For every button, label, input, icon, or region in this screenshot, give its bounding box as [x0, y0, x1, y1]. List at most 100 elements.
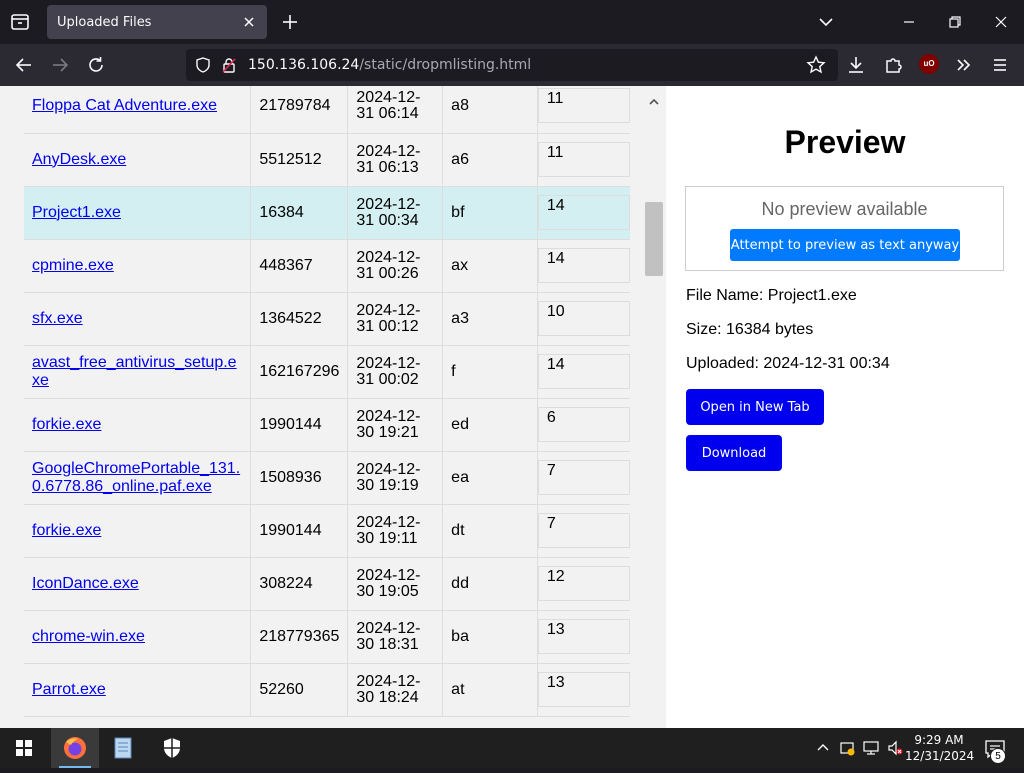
file-code-cell: ed — [442, 398, 538, 452]
restore-icon[interactable] — [943, 10, 967, 34]
file-row[interactable]: forkie.exe 1990144 2024-12-30 19:21 ed 6 — [24, 398, 630, 452]
minimize-icon[interactable] — [897, 10, 921, 34]
file-row[interactable]: forkie.exe 1990144 2024-12-30 19:11 dt 7 — [24, 504, 630, 558]
firefox-icon — [64, 737, 86, 759]
file-size-cell: 1364522 — [250, 292, 349, 346]
file-count-box: 14 — [537, 194, 630, 230]
page-content: Floppa Cat Adventure.exe 21789784 2024-12-… — [0, 86, 1024, 728]
file-date-cell: 2024-12-30 19:21 — [347, 398, 444, 452]
file-link[interactable]: avast_free_antivirus_setup.exe — [32, 354, 237, 389]
file-count-cell: 11 — [537, 133, 630, 187]
taskbar-windows-security[interactable] — [148, 728, 196, 768]
scroll-thumb[interactable] — [645, 202, 663, 276]
show-hidden-icons-chevron-icon[interactable] — [814, 739, 832, 757]
shield-icon — [164, 738, 180, 758]
tracking-protection-shield-icon[interactable] — [194, 56, 212, 79]
file-row[interactable]: chrome-win.exe 218779365 2024-12-30 18:31 b… — [24, 610, 630, 664]
file-link[interactable]: cpmine.exe — [32, 257, 114, 274]
file-size-cell: 448367 — [250, 239, 349, 293]
file-link[interactable]: Floppa Cat Adventure.exe — [32, 97, 217, 114]
file-size-cell: 1990144 — [250, 398, 349, 452]
file-link[interactable]: IconDance.exe — [32, 575, 139, 592]
download-button[interactable]: Download — [686, 435, 782, 471]
taskbar-clock[interactable]: 9:29 AM 12/31/2024 — [905, 732, 974, 764]
list-all-tabs-icon[interactable] — [814, 10, 838, 34]
clock-time: 9:29 AM — [914, 733, 964, 747]
file-date-cell: 2024-12-31 00:02 — [347, 345, 444, 399]
file-row[interactable]: GoogleChromePortable_131.0.6778.86_onlin… — [24, 451, 630, 505]
file-code-cell: at — [442, 663, 538, 717]
back-icon[interactable] — [12, 53, 36, 77]
file-list-scrollbar[interactable] — [642, 86, 666, 728]
insecure-lock-icon[interactable] — [220, 56, 238, 79]
file-date-cell: 2024-12-30 19:19 — [347, 451, 444, 505]
volume-muted-icon[interactable] — [886, 739, 904, 757]
scroll-up-arrow-icon[interactable] — [648, 94, 660, 105]
downloads-icon[interactable] — [844, 53, 868, 77]
file-row[interactable]: IconDance.exe 308224 2024-12-30 19:05 dd 12 — [24, 557, 630, 611]
notepad-icon — [114, 737, 132, 759]
hamburger-menu-icon[interactable] — [988, 53, 1012, 77]
url-text[interactable]: 150.136.106.24/static/dropmlisting.html — [248, 57, 531, 73]
file-size-cell: 52260 — [250, 663, 349, 717]
file-code-cell: ax — [442, 239, 538, 293]
file-name-cell: AnyDesk.exe — [24, 133, 252, 187]
new-tab-icon[interactable] — [279, 11, 301, 33]
file-link[interactable]: Parrot.exe — [32, 681, 106, 698]
file-link[interactable]: forkie.exe — [32, 416, 101, 433]
file-count-box: 11 — [537, 88, 630, 123]
file-link[interactable]: GoogleChromePortable_131.0.6778.86_onlin… — [32, 460, 240, 495]
file-code-cell: a6 — [442, 133, 538, 187]
bookmark-star-icon[interactable] — [806, 55, 826, 80]
file-count-cell: 6 — [537, 398, 630, 452]
file-size-cell: 5512512 — [250, 133, 349, 187]
tab-list-icon[interactable] — [8, 10, 32, 34]
uploaded-date-line: Uploaded: 2024-12-31 00:34 — [686, 355, 890, 372]
file-row[interactable]: Parrot.exe 52260 2024-12-30 18:24 at 13 — [24, 663, 630, 717]
file-row[interactable]: AnyDesk.exe 5512512 2024-12-31 06:13 a6 11 — [24, 133, 630, 187]
start-button[interactable] — [0, 728, 48, 768]
file-size-cell: 308224 — [250, 557, 349, 611]
file-count-cell: 7 — [537, 504, 630, 558]
preview-pane: Preview No preview available Attempt to … — [666, 86, 1024, 728]
file-size-cell: 1508936 — [250, 451, 349, 505]
ublock-origin-icon[interactable]: uO — [919, 54, 939, 74]
file-link[interactable]: sfx.exe — [32, 310, 83, 327]
taskbar-notepad[interactable] — [99, 728, 147, 768]
close-window-icon[interactable] — [989, 10, 1013, 34]
file-row[interactable]: sfx.exe 1364522 2024-12-31 00:12 a3 10 — [24, 292, 630, 346]
file-link[interactable]: Project1.exe — [32, 204, 121, 221]
files-table: Floppa Cat Adventure.exe 21789784 2024-12-… — [24, 86, 630, 717]
network-icon[interactable] — [862, 739, 880, 757]
file-name-cell: cpmine.exe — [24, 239, 252, 293]
taskbar-firefox[interactable] — [51, 728, 99, 768]
file-row[interactable]: Floppa Cat Adventure.exe 21789784 2024-12-… — [24, 86, 630, 134]
windows-update-icon[interactable] — [838, 739, 856, 757]
file-link[interactable]: AnyDesk.exe — [32, 151, 126, 168]
file-row[interactable]: cpmine.exe 448367 2024-12-31 00:26 ax 14 — [24, 239, 630, 293]
file-name-cell: forkie.exe — [24, 398, 252, 452]
file-size-cell: 16384 — [250, 186, 349, 240]
file-count-box: 10 — [537, 300, 630, 336]
extensions-puzzle-icon[interactable] — [881, 53, 905, 77]
open-in-new-tab-button[interactable]: Open in New Tab — [686, 389, 824, 425]
file-date-cell: 2024-12-31 00:26 — [347, 239, 444, 293]
file-name-line: File Name: Project1.exe — [686, 287, 857, 304]
file-name-cell: forkie.exe — [24, 504, 252, 558]
file-size-cell: 1990144 — [250, 504, 349, 558]
file-row[interactable]: Project1.exe 16384 2024-12-31 00:34 bf 14 — [24, 186, 630, 240]
file-row[interactable]: avast_free_antivirus_setup.exe 162167296 2… — [24, 345, 630, 399]
file-date-cell: 2024-12-30 18:31 — [347, 610, 444, 664]
forward-icon[interactable] — [48, 53, 72, 77]
preview-as-text-button[interactable]: Attempt to preview as text anyway — [730, 229, 960, 261]
tab-uploaded-files[interactable]: Uploaded Files — [47, 5, 267, 39]
file-link[interactable]: forkie.exe — [32, 522, 101, 539]
reload-icon[interactable] — [84, 53, 108, 77]
file-link[interactable]: chrome-win.exe — [32, 628, 145, 645]
address-bar[interactable]: 150.136.106.24/static/dropmlisting.html — [186, 49, 838, 81]
file-count-box: 7 — [537, 512, 630, 548]
close-tab-icon[interactable] — [239, 12, 259, 32]
preview-title: Preview — [784, 124, 906, 160]
file-date-cell: 2024-12-31 00:34 — [347, 186, 444, 240]
more-tools-chevrons-icon[interactable] — [952, 53, 976, 77]
